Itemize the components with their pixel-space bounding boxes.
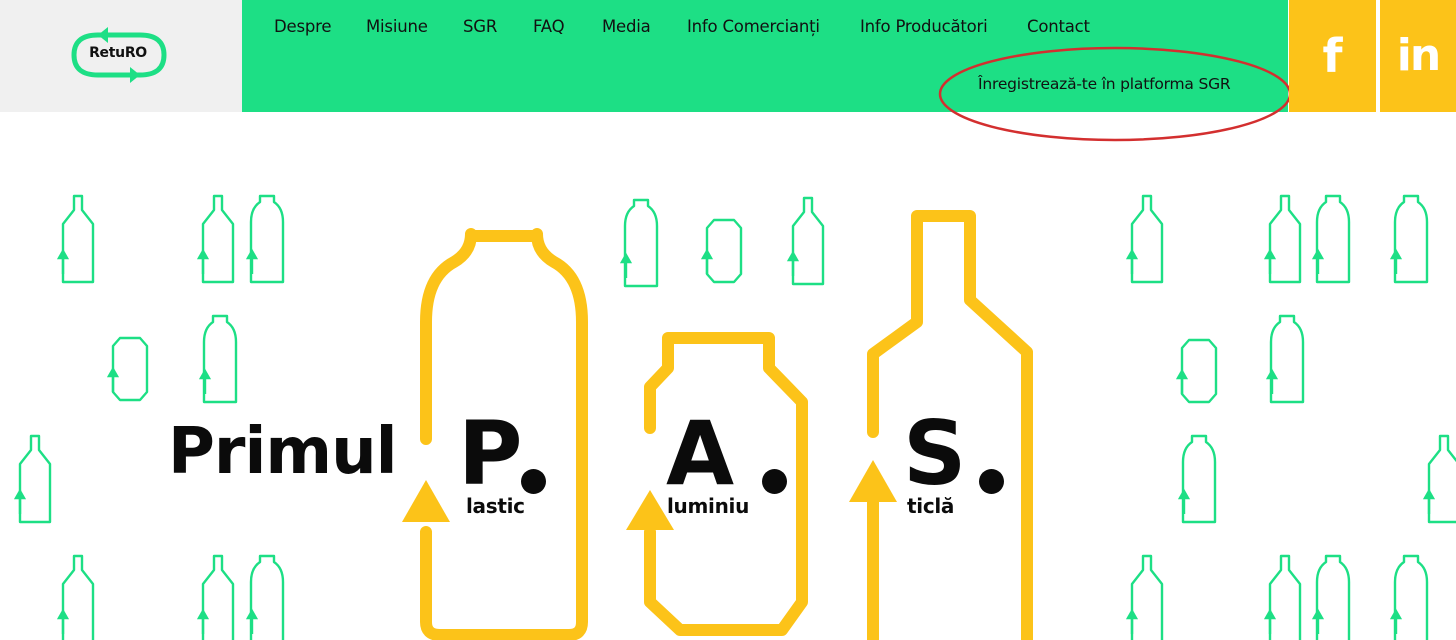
- word-plastic: lastic: [466, 494, 525, 518]
- nav-info-producatori[interactable]: Info Producători: [860, 17, 988, 36]
- letter-a: A: [666, 402, 734, 505]
- nav-contact[interactable]: Contact: [1027, 17, 1090, 36]
- letter-p: P: [458, 402, 522, 505]
- linkedin-icon: in: [1396, 30, 1441, 81]
- nav-info-comercianti[interactable]: Info Comercianți: [687, 17, 820, 36]
- nav-sgr[interactable]: SGR: [463, 17, 497, 36]
- glass-arrow-icon: [849, 460, 897, 502]
- letter-p-dot: [521, 469, 546, 494]
- nav-despre[interactable]: Despre: [274, 17, 332, 36]
- logo-text: RetuRO: [89, 45, 147, 61]
- logo-area: RetuRO: [0, 0, 242, 112]
- nav-faq[interactable]: FAQ: [533, 17, 565, 36]
- letter-a-dot: [762, 469, 787, 494]
- facebook-button[interactable]: f: [1289, 0, 1376, 112]
- hero-illustration: [402, 210, 1033, 640]
- facebook-icon: f: [1322, 29, 1343, 83]
- linkedin-button[interactable]: in: [1380, 0, 1456, 112]
- nav-misiune[interactable]: Misiune: [366, 17, 428, 36]
- letter-s: S: [903, 402, 966, 505]
- hero-title: Primul: [168, 415, 398, 489]
- returo-logo[interactable]: RetuRO: [68, 26, 170, 84]
- nav-media[interactable]: Media: [602, 17, 651, 36]
- letter-s-dot: [979, 469, 1004, 494]
- hero-section: Primul P lastic A luminiu S ticlă: [0, 112, 1456, 640]
- plastic-arrow-icon: [402, 480, 450, 522]
- main-nav: Despre Misiune SGR FAQ Media Info Comerc…: [242, 0, 1288, 112]
- site-header: RetuRO Despre Misiune SGR FAQ Media Info…: [0, 0, 1456, 142]
- word-sticla: ticlă: [907, 494, 955, 518]
- register-sgr-link[interactable]: Înregistrează-te în platforma SGR: [978, 75, 1231, 93]
- word-aluminiu: luminiu: [667, 494, 750, 518]
